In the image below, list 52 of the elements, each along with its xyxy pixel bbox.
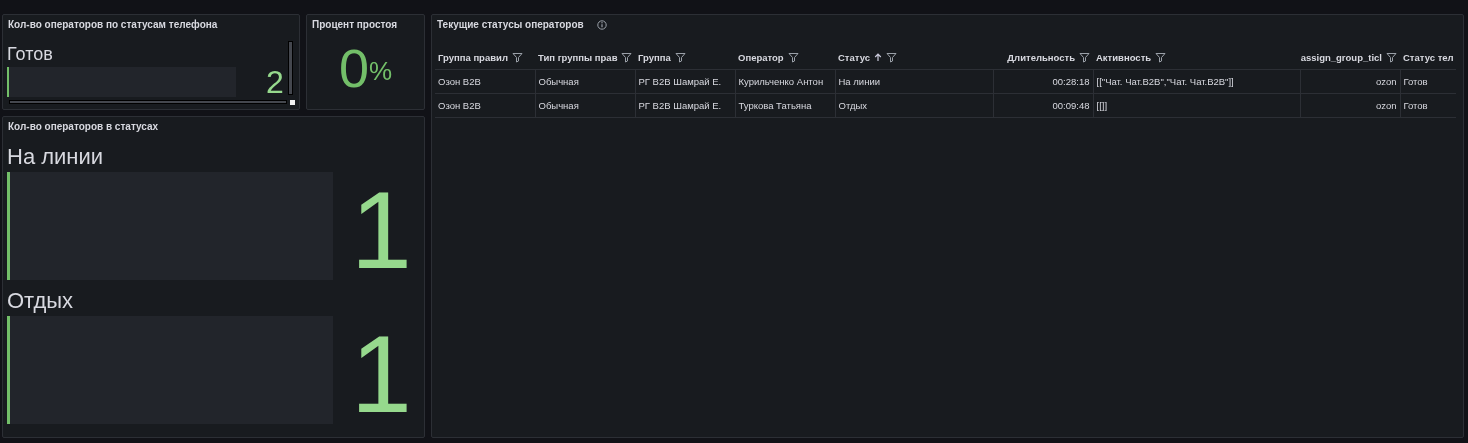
table-cell: ozon — [1375, 100, 1397, 111]
column-header[interactable]: Активность — [1096, 52, 1152, 63]
table-cell: ozon — [1375, 76, 1397, 87]
table-cell: Озон B2B — [438, 100, 481, 111]
table-cell: [["Чат. Чат.B2B","Чат. Чат.B2B"]] — [1096, 76, 1234, 87]
filter-icon[interactable] — [787, 52, 799, 63]
panel-title: Кол-во операторов в статусах — [7, 120, 160, 134]
table-cell: 00:09:48 — [1052, 100, 1090, 111]
scrollbar[interactable] — [288, 41, 293, 95]
table-cell: РГ B2B Шамрай Е. — [638, 100, 722, 111]
column-header[interactable]: Статус тел — [1403, 52, 1454, 63]
table-cell: Туркова Татьяна — [738, 100, 812, 111]
gauge-value: 1 — [349, 180, 413, 280]
column-header[interactable]: Группа — [638, 52, 671, 63]
table-cell: Озон B2B — [438, 76, 481, 87]
table-cell: Обычная — [538, 76, 579, 87]
info-icon[interactable] — [596, 19, 607, 30]
filter-icon[interactable] — [621, 52, 633, 63]
column-header[interactable]: Тип группы прав — [538, 52, 618, 63]
filter-icon[interactable] — [1155, 52, 1167, 63]
filter-icon[interactable] — [511, 52, 523, 63]
column-header[interactable]: Оператор — [738, 52, 784, 63]
sort-ascending-icon[interactable] — [874, 53, 883, 62]
gauge-label: Готов — [6, 44, 54, 66]
table-cell: Обычная — [538, 100, 579, 111]
table-cell: РГ B2B Шамрай Е. — [638, 76, 722, 87]
filter-icon[interactable] — [674, 52, 686, 63]
table-cell: Курильченко Антон — [738, 76, 824, 87]
filter-icon[interactable] — [1079, 52, 1090, 63]
table-cell: Готов — [1403, 100, 1428, 111]
table-cell: Отдых — [838, 100, 868, 111]
column-header[interactable]: Группа правил — [438, 52, 508, 63]
column-header[interactable]: Статус — [838, 52, 871, 63]
column-header[interactable]: assign_group_ticl — [1300, 52, 1382, 63]
stat-unit: % — [368, 56, 393, 87]
gauge-label: На линии — [6, 143, 105, 171]
panel-title: Текущие статусы операторов — [436, 18, 585, 32]
panel-title: Процент простоя — [311, 18, 399, 32]
filter-icon[interactable] — [1386, 52, 1397, 63]
table-cell: 00:28:18 — [1052, 76, 1090, 87]
panel-title: Кол-во операторов по статусам телефона — [7, 18, 219, 32]
filter-icon[interactable] — [886, 52, 898, 63]
gauge-value: 2 — [266, 67, 284, 97]
stat-value: 0 — [338, 36, 369, 99]
resize-handle[interactable] — [290, 100, 295, 105]
column-header[interactable]: Длительность — [1007, 52, 1075, 63]
table-cell: Готов — [1403, 76, 1428, 87]
table-cell: На линии — [838, 76, 880, 87]
gauge-value: 1 — [349, 324, 413, 424]
table-cell: [[]] — [1096, 100, 1108, 111]
scrollbar[interactable] — [9, 100, 287, 104]
gauge-label: Отдых — [6, 287, 75, 315]
